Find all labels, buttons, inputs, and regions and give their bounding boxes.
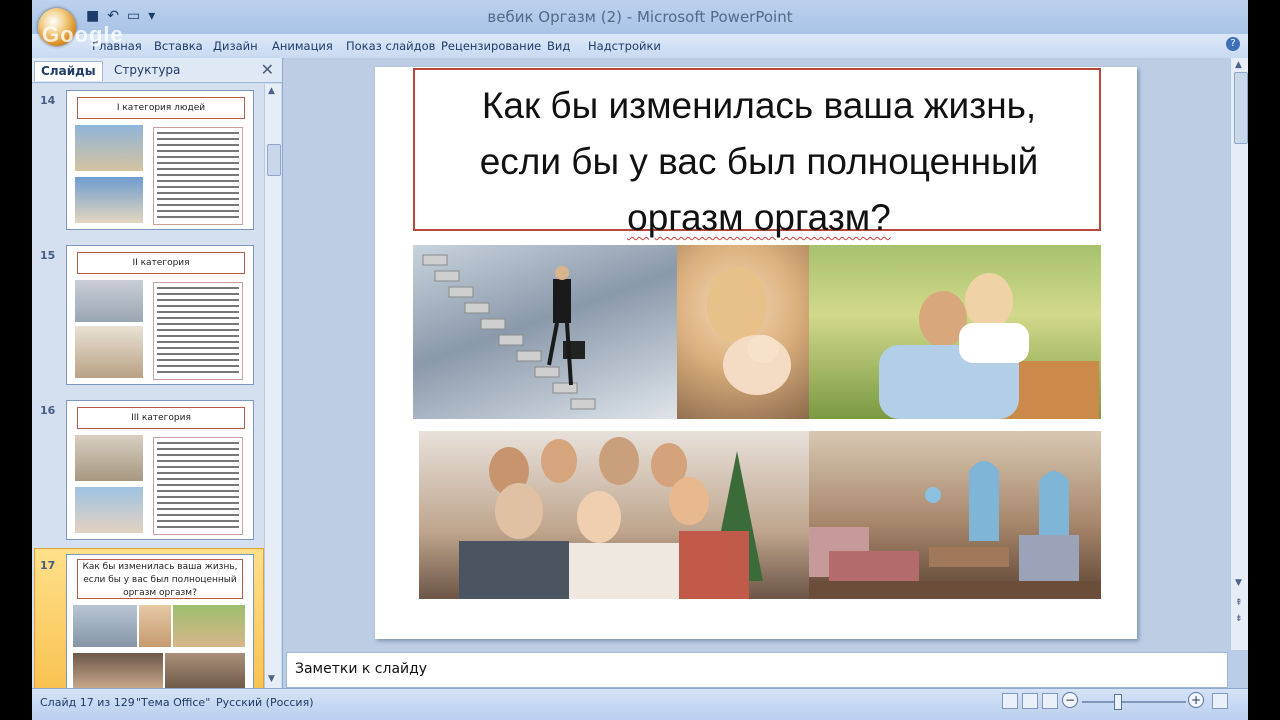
current-slide[interactable]: Как бы изменилась ваша жизнь, если бы у … [375, 67, 1137, 639]
tab-animation[interactable]: Анимация [272, 39, 333, 53]
tab-outline[interactable]: Структура [108, 61, 186, 81]
scroll-up-icon[interactable]: ▲ [268, 86, 275, 96]
thumbnail-photo [165, 653, 245, 688]
photo-family-group[interactable] [419, 431, 809, 599]
close-icon[interactable]: ✕ [261, 60, 274, 79]
scroll-down-icon[interactable]: ▼ [268, 674, 275, 684]
elderly-couple-illustration [879, 273, 1099, 419]
tab-addins[interactable]: Надстройки [588, 39, 661, 53]
tab-slideshow[interactable]: Показ слайдов [346, 39, 435, 53]
language-indicator[interactable]: Русский (Россия) [216, 696, 314, 709]
tab-review[interactable]: Рецензирование [441, 39, 541, 53]
thumbnail-text-block [153, 282, 243, 380]
previous-slide-icon[interactable]: ⇞ [1235, 598, 1243, 608]
thumbnail-text-block [153, 437, 243, 535]
thumbnails-scrollbar[interactable]: ▲ ▼ [264, 84, 281, 688]
slide-sorter-icon[interactable] [1022, 693, 1038, 709]
scrollbar-thumb[interactable] [1234, 72, 1248, 144]
scroll-up-icon[interactable]: ▲ [1235, 60, 1242, 70]
thumbnail-photo [139, 605, 171, 647]
slide-scrollbar[interactable]: ▲ ▼ ⇞ ⇟ [1230, 58, 1248, 650]
slide-thumbnail-16[interactable]: III категория [66, 400, 254, 540]
pane-tabs: Слайды Структура ✕ [32, 58, 282, 83]
slide-title-line: оргазм оргазм? [627, 197, 891, 238]
next-slide-icon[interactable]: ⇟ [1235, 614, 1243, 624]
tab-design[interactable]: Дизайн [213, 39, 258, 53]
notes-pane[interactable]: Заметки к слайду [286, 652, 1228, 688]
photo-interior-room[interactable] [809, 431, 1101, 599]
zoom-in-icon[interactable]: + [1188, 692, 1204, 708]
zoom-slider-knob[interactable] [1114, 694, 1122, 710]
thumbnail-text-block [153, 127, 243, 225]
slide-thumbnails: 14 I категория людей 15 II категория 16 … [32, 84, 264, 688]
photo-elderly-couple[interactable] [809, 245, 1101, 419]
zoom-slider-track[interactable] [1082, 701, 1186, 703]
slide-title-line: если бы у вас был полноценный [479, 141, 1039, 182]
thumbnail-photo [75, 435, 143, 481]
thumbnail-title: Как бы изменилась ваша жизнь, если бы у … [77, 559, 243, 599]
normal-view-icon[interactable] [1002, 693, 1018, 709]
thumbnail-photo [75, 326, 143, 378]
thumbnail-title: III категория [77, 407, 245, 429]
status-bar: Слайд 17 из 129 "Тема Office" Русский (Р… [32, 688, 1248, 720]
photo-businesswoman-stairs[interactable] [413, 245, 677, 419]
thumbnail-photo [173, 605, 245, 647]
thumbnail-photo [75, 125, 143, 171]
thumbnail-number: 14 [40, 94, 56, 107]
slideshow-view-icon[interactable] [1042, 693, 1058, 709]
window-title: вебик Оргазм (2) - Microsoft PowerPoint [487, 8, 793, 26]
slides-pane: Слайды Структура ✕ 14 I категория людей [32, 58, 283, 688]
tab-insert[interactable]: Вставка [154, 39, 203, 53]
thumbnail-photo [75, 487, 143, 533]
title-bar: Google ■ ↶ ▭ ▾ вебик Оргазм (2) - Micros… [32, 0, 1248, 47]
thumbnail-number: 17 [40, 559, 56, 572]
slide-editing-area: Как бы изменилась ваша жизнь, если бы у … [284, 58, 1230, 650]
tab-slides[interactable]: Слайды [34, 61, 103, 81]
family-group-illustration [459, 437, 763, 599]
thumbnail-photo [73, 653, 163, 688]
help-icon[interactable]: ? [1226, 37, 1240, 51]
thumbnail-photo [75, 177, 143, 223]
slide-title: Как бы изменилась ваша жизнь, если бы у … [415, 78, 1103, 246]
thumbnail-number: 16 [40, 404, 56, 417]
google-watermark: Google [42, 22, 124, 47]
thumbnail-title: II категория [77, 252, 245, 274]
interior-room-illustration [809, 461, 1101, 599]
slide-title-line: Как бы изменилась ваша жизнь, [481, 85, 1037, 126]
stairs-illustration [422, 254, 596, 410]
powerpoint-window: Google ■ ↶ ▭ ▾ вебик Оргазм (2) - Micros… [32, 0, 1248, 720]
slide-title-placeholder[interactable]: Как бы изменилась ваша жизнь, если бы у … [413, 68, 1101, 238]
thumbnail-number: 15 [40, 249, 56, 262]
photo-mother-baby[interactable] [677, 245, 809, 419]
slide-thumbnail-14[interactable]: I категория людей [66, 90, 254, 230]
ribbon-tabs: Главная Вставка Дизайн Анимация Показ сл… [32, 34, 1248, 59]
slide-thumbnail-17[interactable]: Как бы изменилась ваша жизнь, если бы у … [66, 554, 254, 688]
tab-view[interactable]: Вид [547, 39, 570, 53]
mother-baby-illustration [707, 267, 791, 395]
scrollbar-thumb[interactable] [267, 144, 281, 176]
theme-name[interactable]: "Тема Office" [136, 696, 210, 709]
scroll-down-icon[interactable]: ▼ [1235, 578, 1242, 588]
slide-thumbnail-15[interactable]: II категория [66, 245, 254, 385]
thumbnail-photo [75, 280, 143, 322]
notes-placeholder: Заметки к слайду [295, 661, 428, 677]
thumbnail-photo [73, 605, 137, 647]
fit-to-window-icon[interactable] [1212, 693, 1228, 709]
slide-position: Слайд 17 из 129 [40, 696, 135, 709]
zoom-out-icon[interactable]: − [1062, 692, 1078, 708]
thumbnail-title: I категория людей [77, 97, 245, 119]
